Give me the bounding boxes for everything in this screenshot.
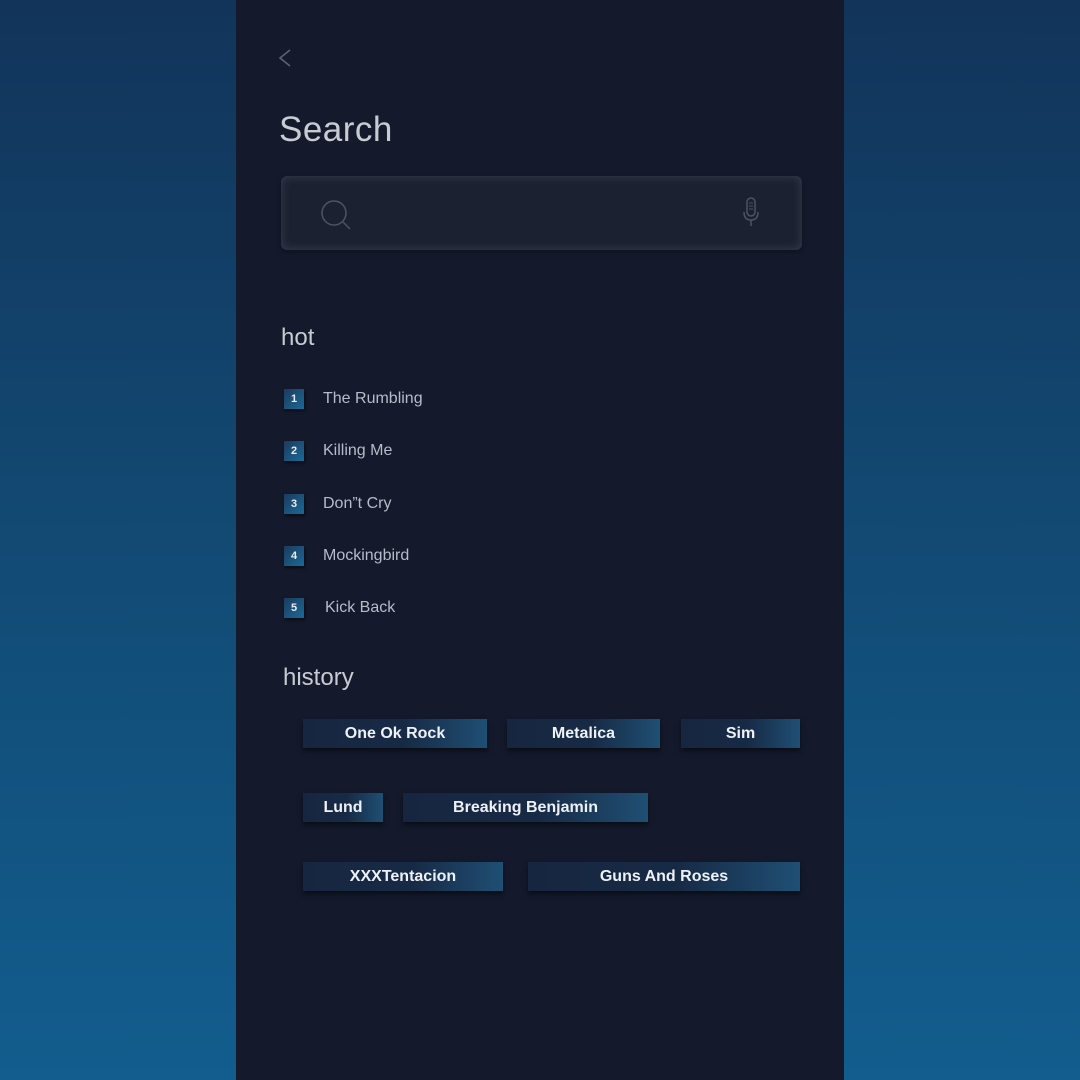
page-title: Search (279, 110, 393, 149)
history-chip[interactable]: Lund (303, 793, 383, 822)
rank-badge: 3 (284, 494, 304, 514)
hot-section-title: hot (281, 324, 315, 351)
microphone-icon[interactable] (741, 196, 761, 228)
rank-badge: 2 (284, 441, 304, 461)
history-chip[interactable]: XXXTentacion (303, 862, 503, 891)
back-button[interactable] (276, 48, 296, 68)
hot-item-label: Mockingbird (323, 547, 410, 564)
hot-item[interactable]: 5 Kick Back (284, 597, 395, 619)
hot-item-label: Killing Me (323, 442, 393, 459)
search-icon (321, 200, 351, 230)
search-screen: Search hot 1 The Rumbling 2 Killing Me 3… (236, 0, 844, 1080)
hot-item-label: Kick Back (325, 599, 396, 616)
history-chip[interactable]: Guns And Roses (528, 862, 800, 891)
rank-badge: 1 (284, 389, 304, 409)
hot-item[interactable]: 3 Don”t Cry (284, 493, 391, 515)
search-bar[interactable] (281, 176, 802, 250)
rank-badge: 4 (284, 546, 304, 566)
search-input[interactable] (371, 198, 731, 228)
hot-item[interactable]: 2 Killing Me (284, 440, 392, 462)
history-chip[interactable]: Breaking Benjamin (403, 793, 648, 822)
hot-item[interactable]: 4 Mockingbird (284, 545, 409, 567)
chevron-left-icon (278, 49, 291, 67)
history-chip[interactable]: One Ok Rock (303, 719, 487, 748)
history-chip[interactable]: Metalica (507, 719, 660, 748)
hot-item-label: The Rumbling (323, 390, 423, 407)
history-chip[interactable]: Sim (681, 719, 800, 748)
rank-badge: 5 (284, 598, 304, 618)
history-section-title: history (283, 664, 354, 691)
hot-item-label: Don”t Cry (323, 495, 392, 512)
hot-item[interactable]: 1 The Rumbling (284, 388, 423, 410)
